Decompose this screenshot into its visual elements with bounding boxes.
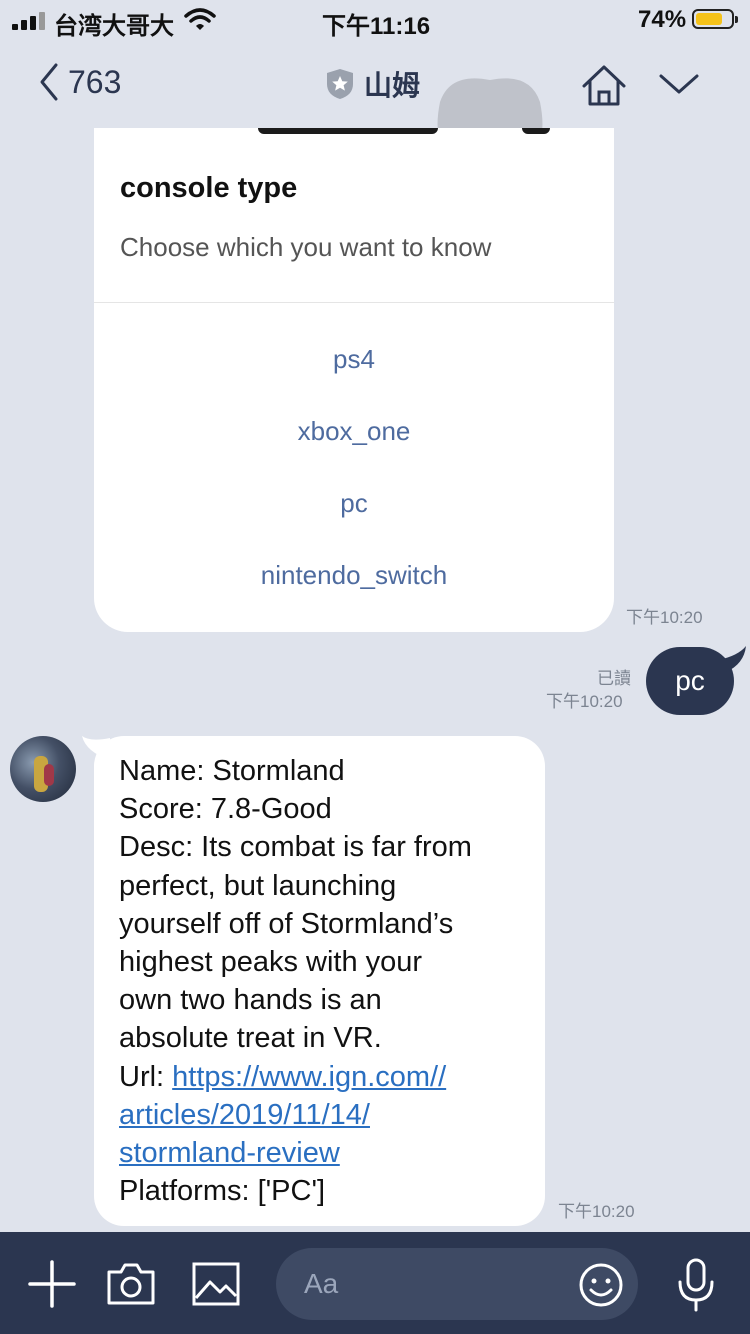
input-bar: Aa (0, 1232, 750, 1334)
message-input-placeholder: Aa (304, 1268, 339, 1299)
card-subtitle: Choose which you want to know (120, 232, 492, 262)
message-line: Desc: Its combat is far from (119, 831, 472, 864)
read-receipt: 已讀 (597, 669, 631, 688)
review-link-line-3[interactable]: stormland-review (119, 1134, 521, 1172)
review-link-line-2[interactable]: articles/2019/11/14/ (119, 1096, 521, 1134)
card-action-nintendo-switch[interactable]: nintendo_switch (94, 560, 614, 591)
message-line: own two hands is an (119, 984, 382, 1017)
message-line: perfect, but launching (119, 869, 397, 902)
outgoing-message-text: pc (675, 665, 705, 696)
review-link[interactable]: https://www.ign.com// (172, 1061, 446, 1093)
plus-icon[interactable] (28, 1260, 76, 1308)
card-action-pc[interactable]: pc (94, 488, 614, 519)
message-line: yourself off of Stormland’s (119, 907, 454, 940)
incoming-timestamp: 下午10:20 (558, 1202, 635, 1221)
card-timestamp: 下午10:20 (626, 608, 703, 627)
message-line: highest peaks with your (119, 946, 423, 979)
card-image (258, 128, 438, 134)
console-type-card: console type Choose which you want to kn… (94, 128, 614, 632)
microphone-icon[interactable] (676, 1258, 716, 1312)
bubble-tail (718, 646, 746, 672)
card-title: console type (120, 172, 298, 204)
url-label: Url: (119, 1060, 173, 1093)
chat-area[interactable]: console type Choose which you want to kn… (0, 0, 750, 1232)
message-line: Name: Stormland (119, 755, 345, 787)
incoming-message-bubble[interactable]: Name: Stormland Score: 7.8-Good Desc: It… (94, 736, 545, 1226)
card-action-ps4[interactable]: ps4 (94, 344, 614, 375)
message-line: Score: 7.8-Good (119, 793, 332, 826)
message-input[interactable]: Aa (276, 1248, 638, 1320)
card-image-edge (522, 128, 550, 134)
emoji-icon[interactable] (578, 1262, 624, 1308)
platforms-line: Platforms: ['PC'] (119, 1175, 326, 1208)
card-divider (94, 302, 614, 303)
camera-icon[interactable] (106, 1262, 156, 1306)
card-action-xbox-one[interactable]: xbox_one (94, 416, 614, 447)
avatar[interactable] (10, 736, 76, 802)
url-row: Url: https://www.ign.com// (119, 1058, 521, 1096)
outgoing-timestamp: 下午10:20 (546, 692, 623, 711)
message-line: absolute treat in VR. (119, 1022, 382, 1055)
image-icon[interactable] (192, 1262, 240, 1306)
